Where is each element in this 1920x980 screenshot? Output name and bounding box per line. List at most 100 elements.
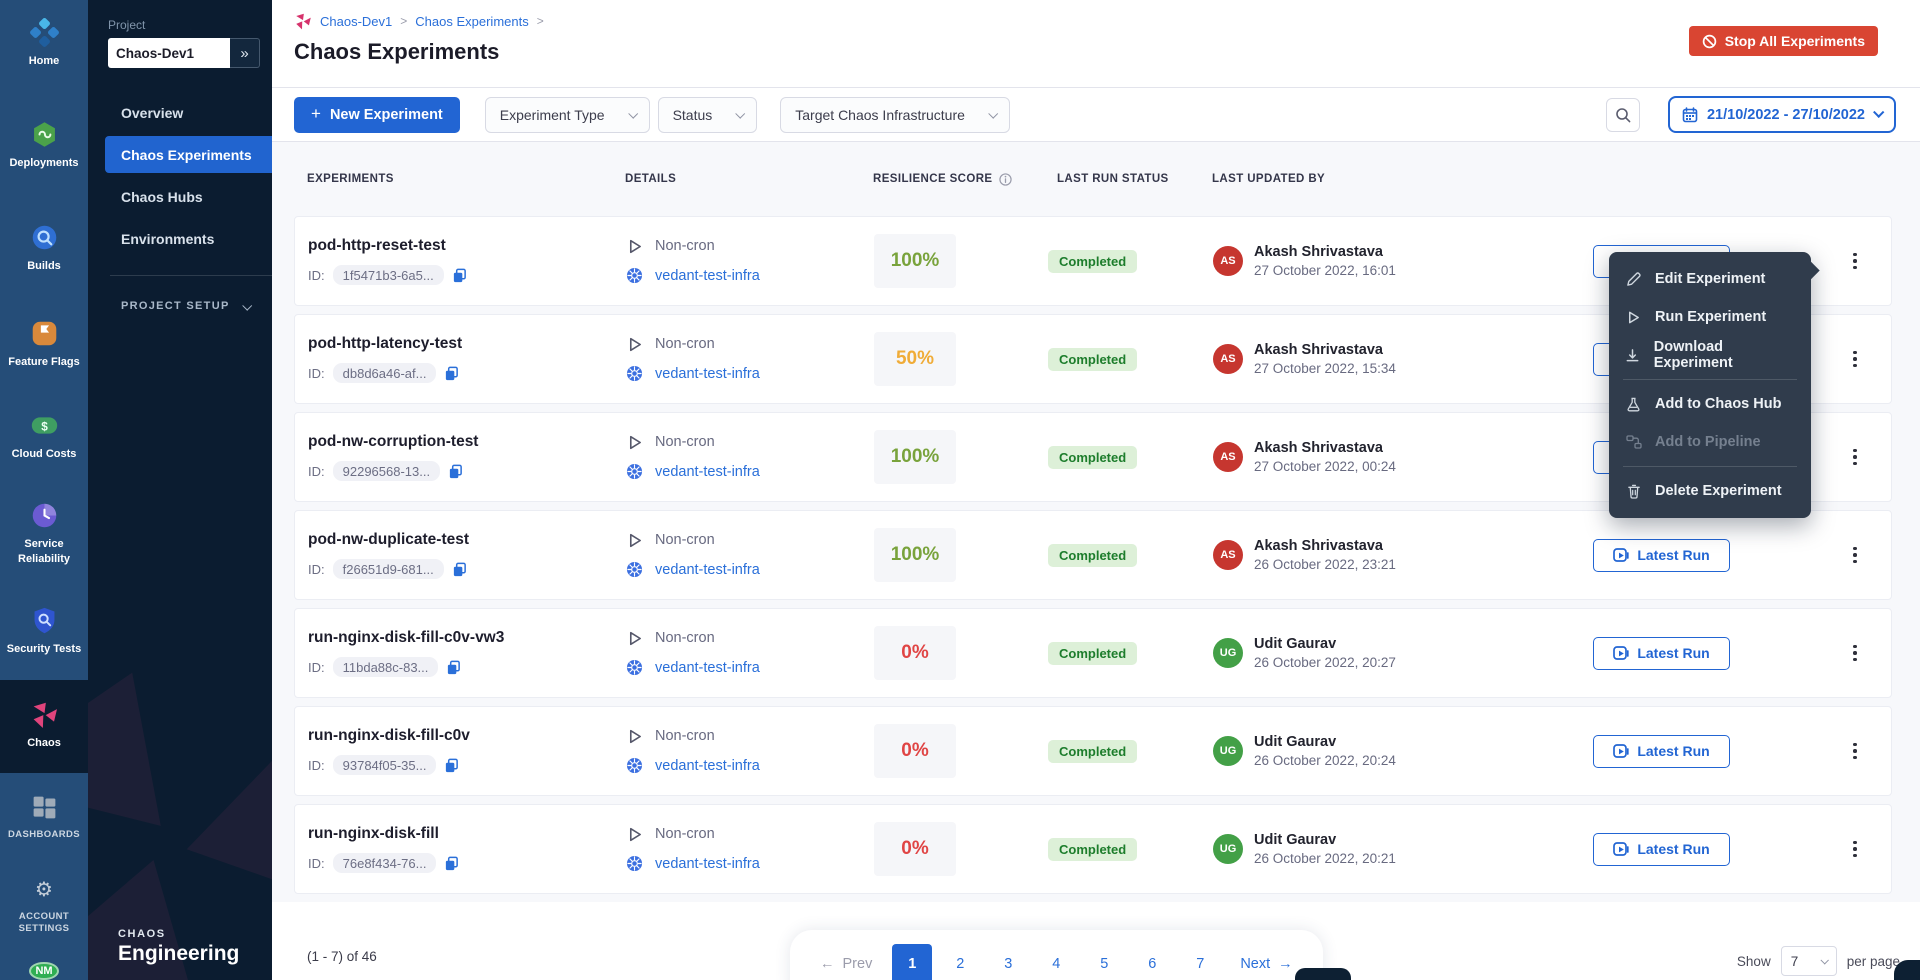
row-menu-kebab-icon[interactable]	[1843, 735, 1867, 768]
rail-item-home[interactable]: Home	[0, 12, 88, 74]
search-icon	[1615, 107, 1631, 123]
builds-icon	[30, 223, 59, 252]
column-details: DETAILS	[625, 173, 873, 185]
copy-icon[interactable]	[444, 758, 459, 773]
experiment-name[interactable]: pod-http-latency-test	[308, 335, 626, 353]
project-select-input[interactable]	[108, 38, 230, 68]
column-last-updated-by: LAST UPDATED BY	[1212, 173, 1592, 185]
infrastructure-link[interactable]: vedant-test-infra	[655, 660, 760, 676]
latest-run-button[interactable]: Latest Run	[1593, 637, 1730, 670]
page-size-select[interactable]: 7	[1781, 946, 1837, 976]
updated-by-name: Udit Gaurav	[1254, 734, 1396, 750]
experiment-name[interactable]: pod-http-reset-test	[308, 237, 626, 255]
sidebar-item-environments[interactable]: Environments	[88, 220, 272, 257]
brand-module-label: CHAOS	[118, 928, 239, 940]
stop-all-experiments-button[interactable]: Stop All Experiments	[1689, 26, 1878, 56]
project-setup-section[interactable]: PROJECT SETUP	[121, 300, 250, 312]
infrastructure-link[interactable]: vedant-test-infra	[655, 562, 760, 578]
row-menu-kebab-icon[interactable]	[1843, 539, 1867, 572]
rail-item-security-tests[interactable]: Security Tests	[0, 600, 88, 662]
rail-item-builds[interactable]: Builds	[0, 217, 88, 279]
filter-status[interactable]: Status	[658, 97, 758, 133]
page-button-6[interactable]: 6	[1132, 944, 1172, 980]
menu-item-run-experiment[interactable]: Run Experiment	[1609, 298, 1811, 336]
copy-icon[interactable]	[444, 856, 459, 871]
user-avatar[interactable]: NM	[29, 962, 59, 980]
sidebar-item-chaos-hubs[interactable]: Chaos Hubs	[88, 178, 272, 215]
page-button-3[interactable]: 3	[988, 944, 1028, 980]
copy-icon[interactable]	[448, 464, 463, 479]
latest-run-button[interactable]: Latest Run	[1593, 833, 1730, 866]
menu-item-delete-experiment[interactable]: Delete Experiment	[1609, 472, 1811, 510]
calendar-icon	[1682, 107, 1698, 123]
breadcrumb-link-project[interactable]: Chaos-Dev1	[320, 14, 392, 29]
infrastructure-link[interactable]: vedant-test-infra	[655, 366, 760, 382]
copy-icon[interactable]	[452, 562, 467, 577]
pager: ← Prev 1234567 Next →	[790, 930, 1323, 980]
page-button-2[interactable]: 2	[940, 944, 980, 980]
project-setup-label: PROJECT SETUP	[121, 300, 230, 312]
cron-type-icon	[626, 631, 643, 646]
row-menu-kebab-icon[interactable]	[1843, 833, 1867, 866]
rail-item-cloud-costs[interactable]: $ Cloud Costs	[0, 405, 88, 467]
rail-item-dashboards[interactable]: DASHBOARDS	[0, 787, 88, 847]
row-menu-kebab-icon[interactable]	[1843, 441, 1867, 474]
rail-item-service-reliability[interactable]: Service Reliability	[0, 495, 88, 572]
latest-run-button[interactable]: Latest Run	[1593, 735, 1730, 768]
experiment-name[interactable]: run-nginx-disk-fill	[308, 825, 626, 843]
page-button-7[interactable]: 7	[1180, 944, 1220, 980]
deployments-icon	[30, 120, 59, 149]
infrastructure-link[interactable]: vedant-test-infra	[655, 464, 760, 480]
menu-item-download-experiment[interactable]: Download Experiment	[1609, 336, 1811, 374]
menu-item-add-to-chaos-hub[interactable]: Add to Chaos Hub	[1609, 385, 1811, 423]
rail-item-feature-flags[interactable]: Feature Flags	[0, 313, 88, 375]
updated-by-name: Akash Shrivastava	[1254, 538, 1396, 554]
row-menu-kebab-icon[interactable]	[1843, 637, 1867, 670]
next-page-button[interactable]: Next →	[1228, 944, 1304, 980]
experiment-name[interactable]: pod-nw-corruption-test	[308, 433, 626, 451]
pagination-bar: (1 - 7) of 46 ← Prev 1234567 Next → Show	[272, 902, 1920, 980]
experiment-name[interactable]: pod-nw-duplicate-test	[308, 531, 626, 549]
infrastructure-link[interactable]: vedant-test-infra	[655, 856, 760, 872]
run-video-icon	[1613, 548, 1629, 563]
experiment-name[interactable]: run-nginx-disk-fill-c0v	[308, 727, 626, 745]
menu-item-edit-experiment[interactable]: Edit Experiment	[1609, 260, 1811, 298]
sidebar-item-chaos-experiments[interactable]: Chaos Experiments	[105, 136, 272, 173]
updated-timestamp: 26 October 2022, 20:24	[1254, 753, 1396, 768]
rail-item-chaos[interactable]: Chaos	[0, 680, 88, 772]
experiment-id: 1f5471b3-6a5...	[333, 265, 444, 285]
latest-run-button[interactable]: Latest Run	[1593, 539, 1730, 572]
sidebar-item-overview[interactable]: Overview	[88, 94, 272, 131]
row-menu-kebab-icon[interactable]	[1843, 343, 1867, 376]
filter-label: Experiment Type	[500, 107, 605, 123]
infrastructure-link[interactable]: vedant-test-infra	[655, 268, 760, 284]
copy-icon[interactable]	[452, 268, 467, 283]
menu-item-add-to-pipeline[interactable]: Add to Pipeline	[1609, 423, 1811, 461]
experiment-name[interactable]: run-nginx-disk-fill-c0v-vw3	[308, 629, 626, 647]
rail-item-deployments[interactable]: Deployments	[0, 114, 88, 176]
copy-icon[interactable]	[444, 366, 459, 381]
experiment-id: f26651d9-681...	[333, 559, 444, 579]
search-button[interactable]	[1606, 98, 1640, 132]
info-icon[interactable]	[999, 173, 1012, 186]
breadcrumb-link-experiments[interactable]: Chaos Experiments	[415, 14, 528, 29]
new-experiment-button[interactable]: + New Experiment	[294, 97, 460, 133]
page-button-4[interactable]: 4	[1036, 944, 1076, 980]
row-menu-kebab-icon[interactable]	[1843, 245, 1867, 278]
page-button-1[interactable]: 1	[892, 944, 932, 980]
rail-item-account-settings[interactable]: ⚙ ACCOUNT SETTINGS	[0, 869, 88, 942]
id-prefix: ID:	[308, 464, 325, 479]
infrastructure-link[interactable]: vedant-test-infra	[655, 758, 760, 774]
pencil-icon	[1625, 272, 1642, 287]
filter-target-infrastructure[interactable]: Target Chaos Infrastructure	[780, 97, 1010, 133]
page-button-5[interactable]: 5	[1084, 944, 1124, 980]
help-widget-corner[interactable]	[1894, 960, 1920, 980]
date-range-picker[interactable]: 21/10/2022 - 27/10/2022	[1668, 96, 1896, 133]
trash-icon	[1625, 484, 1642, 499]
filter-experiment-type[interactable]: Experiment Type	[485, 97, 650, 133]
chevron-down-icon	[1820, 956, 1828, 964]
sidebar-collapse-button[interactable]: »	[230, 38, 260, 68]
resilience-score: 0%	[874, 724, 956, 778]
copy-icon[interactable]	[446, 660, 461, 675]
prev-page-button[interactable]: ← Prev	[808, 944, 884, 980]
